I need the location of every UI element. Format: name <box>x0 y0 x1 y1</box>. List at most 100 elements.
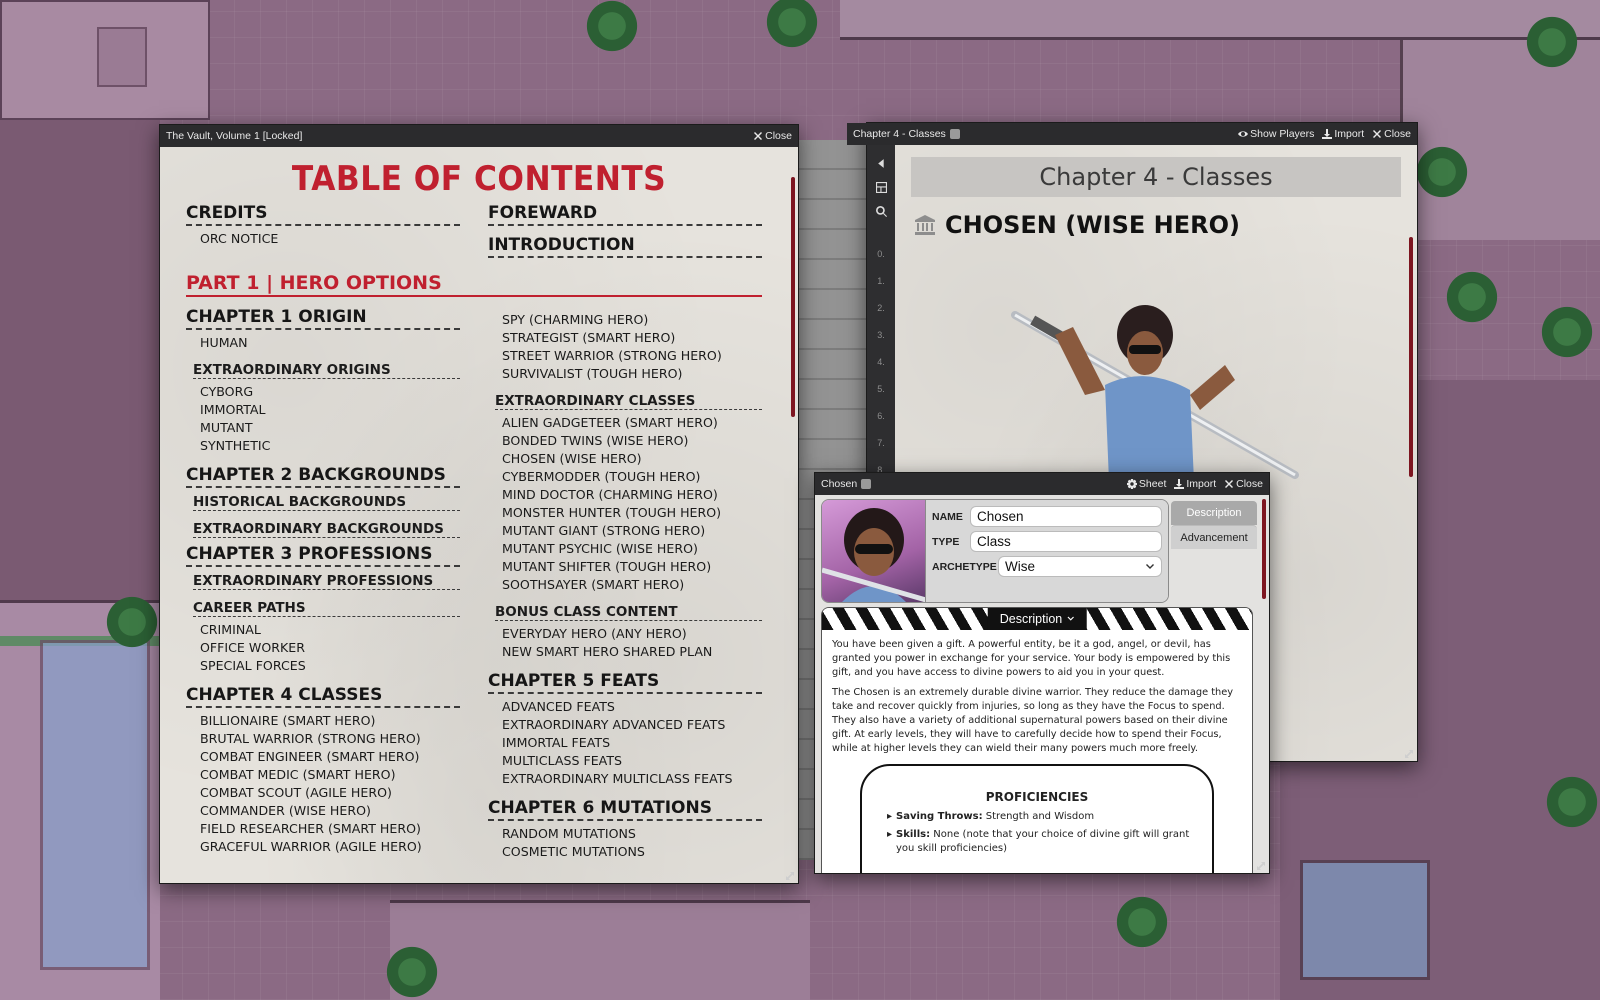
toc-link-section[interactable]: BONUS CLASS CONTENT <box>495 604 762 621</box>
page-number[interactable]: 0. <box>867 241 895 268</box>
toc-link-introduction[interactable]: INTRODUCTION <box>488 235 762 258</box>
page-number[interactable]: 1. <box>867 268 895 295</box>
toc-part-heading[interactable]: PART 1 | HERO OPTIONS <box>186 272 762 297</box>
toc-link[interactable]: EVERYDAY HERO (ANY HERO) <box>502 625 762 643</box>
tab-advancement[interactable]: Advancement <box>1171 525 1257 549</box>
page-number[interactable]: 5. <box>867 376 895 403</box>
page-number[interactable]: 7. <box>867 430 895 457</box>
toc-link[interactable]: GRACEFUL WARRIOR (AGILE HERO) <box>200 838 460 856</box>
toc-link[interactable]: IMMORTAL <box>200 401 460 419</box>
toc-link-chapter-4[interactable]: CHAPTER 4 CLASSES <box>186 685 460 708</box>
toc-link[interactable]: COMBAT ENGINEER (SMART HERO) <box>200 748 460 766</box>
toc-link-chapter-2[interactable]: CHAPTER 2 BACKGROUNDS <box>186 465 460 488</box>
toc-link[interactable]: BILLIONAIRE (SMART HERO) <box>200 712 460 730</box>
toc-link[interactable]: MUTANT <box>200 419 460 437</box>
item-fields: NAME Chosen TYPE Class ARCHETYPE Wise <box>926 500 1168 602</box>
toc-titlebar[interactable]: The Vault, Volume 1 [Locked] Close <box>160 125 798 147</box>
chapter-close-button[interactable]: Close <box>1372 128 1411 140</box>
toc-link[interactable]: EXTRAORDINARY MULTICLASS FEATS <box>502 770 762 788</box>
class-heading-text[interactable]: CHOSEN (WISE HERO) <box>945 211 1240 239</box>
toc-link[interactable]: EXTRAORDINARY ADVANCED FEATS <box>502 716 762 734</box>
toc-link-section[interactable]: EXTRAORDINARY PROFESSIONS <box>193 573 460 590</box>
toc-link[interactable]: SPECIAL FORCES <box>200 657 460 675</box>
toc-link[interactable]: IMMORTAL FEATS <box>502 734 762 752</box>
toc-link-foreward[interactable]: FOREWARD <box>488 203 762 226</box>
toc-link[interactable]: CRIMINAL <box>200 621 460 639</box>
description-toggle[interactable]: Description <box>987 608 1087 630</box>
toc-link[interactable]: SOOTHSAYER (SMART HERO) <box>502 576 762 594</box>
toc-link[interactable]: COMMANDER (WISE HERO) <box>200 802 460 820</box>
item-close-button[interactable]: Close <box>1224 478 1263 490</box>
toc-link-section[interactable]: CAREER PATHS <box>193 600 460 617</box>
page-number[interactable]: 2. <box>867 295 895 322</box>
toc-link[interactable]: MIND DOCTOR (CHARMING HERO) <box>502 486 762 504</box>
toc-link[interactable]: NEW SMART HERO SHARED PLAN <box>502 643 762 661</box>
import-button[interactable]: Import <box>1174 478 1216 490</box>
toc-link[interactable]: CYBORG <box>200 383 460 401</box>
toc-link-chapter-5[interactable]: CHAPTER 5 FEATS <box>488 671 762 694</box>
toc-link[interactable]: COMBAT MEDIC (SMART HERO) <box>200 766 460 784</box>
toc-link[interactable]: MUTANT GIANT (STRONG HERO) <box>502 522 762 540</box>
item-portrait[interactable] <box>822 500 926 602</box>
toc-link[interactable]: ADVANCED FEATS <box>502 698 762 716</box>
toc-link[interactable]: COSMETIC MUTATIONS <box>502 843 762 861</box>
resize-handle[interactable] <box>1403 747 1415 759</box>
toc-link[interactable]: COMBAT SCOUT (AGILE HERO) <box>200 784 460 802</box>
class-heading: CHOSEN (WISE HERO) <box>913 211 1417 239</box>
toc-link-chapter-1[interactable]: CHAPTER 1 ORIGIN <box>186 307 460 330</box>
toc-link[interactable]: OFFICE WORKER <box>200 639 460 657</box>
toc-link[interactable]: RANDOM MUTATIONS <box>502 825 762 843</box>
toc-link[interactable]: BRUTAL WARRIOR (STRONG HERO) <box>200 730 460 748</box>
toc-link[interactable]: SYNTHETIC <box>200 437 460 455</box>
scrollbar[interactable] <box>1409 237 1413 477</box>
toc-link-chapter-3[interactable]: CHAPTER 3 PROFESSIONS <box>186 544 460 567</box>
chapter-titlebar[interactable]: Chapter 4 - Classes Show Players Import … <box>847 123 1417 145</box>
page-number-list: 0. 1. 2. 3. 4. 5. 6. 7. 8. <box>867 241 895 484</box>
toc-link[interactable]: ORC NOTICE <box>200 230 460 248</box>
tab-description[interactable]: Description <box>1171 501 1257 525</box>
scrollbar[interactable] <box>1262 499 1266 599</box>
search-button[interactable] <box>871 201 891 221</box>
archetype-select[interactable]: Wise <box>998 556 1162 577</box>
toc-link[interactable]: SPY (CHARMING HERO) <box>502 311 762 329</box>
sheet-button[interactable]: Sheet <box>1126 478 1166 490</box>
import-button[interactable]: Import <box>1322 128 1364 140</box>
show-players-button[interactable]: Show Players <box>1238 128 1314 140</box>
toc-link[interactable]: CHOSEN (WISE HERO) <box>502 450 762 468</box>
toc-link[interactable]: MUTANT SHIFTER (TOUGH HERO) <box>502 558 762 576</box>
item-titlebar[interactable]: Chosen Sheet Import Close <box>815 473 1269 495</box>
toc-heading: TABLE OF CONTENTS <box>291 159 667 199</box>
toc-link-chapter-6[interactable]: CHAPTER 6 MUTATIONS <box>488 798 762 821</box>
resize-handle[interactable] <box>784 869 796 881</box>
layout-button[interactable] <box>871 177 891 197</box>
toc-link[interactable]: STRATEGIST (SMART HERO) <box>502 329 762 347</box>
toc-link-section[interactable]: HISTORICAL BACKGROUNDS <box>193 494 460 511</box>
page-number[interactable]: 3. <box>867 322 895 349</box>
name-field[interactable]: Chosen <box>970 506 1162 527</box>
toc-link-credits[interactable]: CREDITS <box>186 203 460 226</box>
toc-link[interactable]: MULTICLASS FEATS <box>502 752 762 770</box>
scrollbar[interactable] <box>791 177 795 417</box>
page-number[interactable]: 6. <box>867 403 895 430</box>
resize-handle[interactable] <box>1255 859 1267 871</box>
toc-close-button[interactable]: Close <box>753 130 792 142</box>
toc-link[interactable]: FIELD RESEARCHER (SMART HERO) <box>200 820 460 838</box>
toc-link[interactable]: ALIEN GADGETEER (SMART HERO) <box>502 414 762 432</box>
toc-link[interactable]: MUTANT PSYCHIC (WISE HERO) <box>502 540 762 558</box>
toc-link-section[interactable]: EXTRAORDINARY CLASSES <box>495 393 762 410</box>
proficiency-item: Saving Throws: Strength and Wisdom <box>887 810 1198 824</box>
toc-link[interactable]: STREET WARRIOR (STRONG HERO) <box>502 347 762 365</box>
toc-link[interactable]: BONDED TWINS (WISE HERO) <box>502 432 762 450</box>
search-icon <box>875 205 887 217</box>
proficiencies-box: PROFICIENCIES Saving Throws: Strength an… <box>860 764 1214 873</box>
toc-link[interactable]: MONSTER HUNTER (TOUGH HERO) <box>502 504 762 522</box>
tree-icon <box>1535 300 1599 364</box>
toc-link[interactable]: CYBERMODDER (TOUGH HERO) <box>502 468 762 486</box>
toc-link-section[interactable]: EXTRAORDINARY ORIGINS <box>193 362 460 379</box>
collapse-sidebar-button[interactable] <box>871 153 891 173</box>
toc-link[interactable]: SURVIVALIST (TOUGH HERO) <box>502 365 762 383</box>
toc-link[interactable]: HUMAN <box>200 334 460 352</box>
type-field[interactable]: Class <box>970 531 1162 552</box>
page-number[interactable]: 4. <box>867 349 895 376</box>
toc-link-section[interactable]: EXTRAORDINARY BACKGROUNDS <box>193 521 460 538</box>
